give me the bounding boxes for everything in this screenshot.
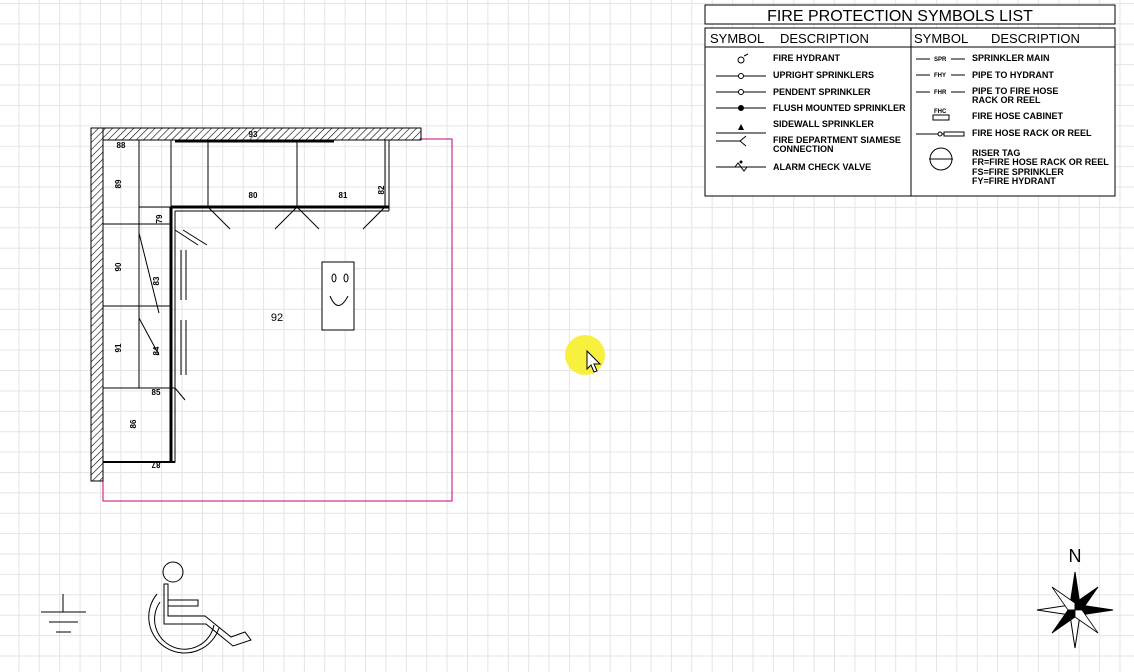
legend-col-symbol-right: SYMBOL: [914, 31, 968, 46]
cabinet-label-87: 87: [151, 460, 160, 469]
legend-right-item-1: PIPE TO HYDRANT: [972, 70, 1054, 80]
island-sink[interactable]: [321, 261, 355, 331]
legend-col-description-right: DESCRIPTION: [991, 31, 1080, 46]
sym-spr: SPR: [934, 57, 947, 63]
symbols-legend: FIRE PROTECTION SYMBOLS LIST SYMBOL DESC…: [704, 4, 1116, 197]
cabinet-label-91: 91: [114, 343, 123, 352]
sym-fhr: FHR: [934, 90, 947, 96]
north-label: N: [1069, 546, 1082, 566]
cabinet-label-88: 88: [117, 141, 126, 150]
legend-left-item-4: SIDEWALL SPRINKLER: [773, 119, 874, 129]
cursor-highlight: [565, 335, 605, 375]
legend-left-item-6: CONNECTION: [773, 144, 834, 154]
ground-icon[interactable]: [41, 594, 86, 633]
cabinet-label-86: 86: [129, 419, 138, 428]
cabinet-label-90: 90: [114, 262, 123, 271]
mouse-cursor: [565, 335, 605, 375]
legend-left-item-3: FLUSH MOUNTED SPRINKLER: [773, 103, 906, 113]
legend-col-symbol-left: SYMBOL: [710, 31, 764, 46]
legend-right-item-4: FIRE HOSE CABINET: [972, 111, 1064, 121]
cabinet-label-85: 85: [152, 388, 161, 397]
legend-right-item-5: FIRE HOSE RACK OR REEL: [972, 128, 1092, 138]
legend-title: FIRE PROTECTION SYMBOLS LIST: [767, 8, 1033, 25]
cabinet-label-79: 79: [155, 214, 164, 223]
legend-left-item-0: FIRE HYDRANT: [773, 53, 841, 63]
legend-left-item-1: UPRIGHT SPRINKLERS: [773, 70, 874, 80]
legend-right-item-9: FY=FIRE HYDRANT: [972, 176, 1056, 186]
north-arrow-icon[interactable]: N: [1036, 546, 1114, 649]
legend-left-item-7: ALARM CHECK VALVE: [773, 162, 871, 172]
legend-right-item-3: RACK OR REEL: [972, 95, 1041, 105]
upper-cabinet-run[interactable]: [138, 139, 390, 230]
left-wall[interactable]: [90, 127, 104, 482]
legend-right-item-7: FR=FIRE HOSE RACK OR REEL: [972, 157, 1109, 167]
legend-right-item-0: SPRINKLER MAIN: [972, 53, 1050, 63]
sym-fhc: FHC: [934, 109, 947, 115]
legend-col-description-left: DESCRIPTION: [780, 31, 869, 46]
legend-left-item-2: PENDENT SPRINKLER: [773, 87, 871, 97]
wheelchair-icon[interactable]: [148, 561, 252, 654]
cabinet-label-84: 84: [152, 346, 161, 355]
cabinet-label-93: 93: [249, 130, 258, 139]
sym-fhy: FHY: [934, 73, 946, 79]
cabinet-label-83: 83: [152, 276, 161, 285]
cabinet-label-80: 80: [249, 191, 258, 200]
cabinet-label-81: 81: [339, 191, 348, 200]
room-label: 92: [271, 312, 283, 324]
kitchen-floor-plan[interactable]: 93 88 89 90 91 80 81 82 79 83 84 85 86 8…: [90, 127, 453, 502]
cabinet-label-89: 89: [114, 179, 123, 188]
cabinet-label-82: 82: [377, 185, 386, 194]
